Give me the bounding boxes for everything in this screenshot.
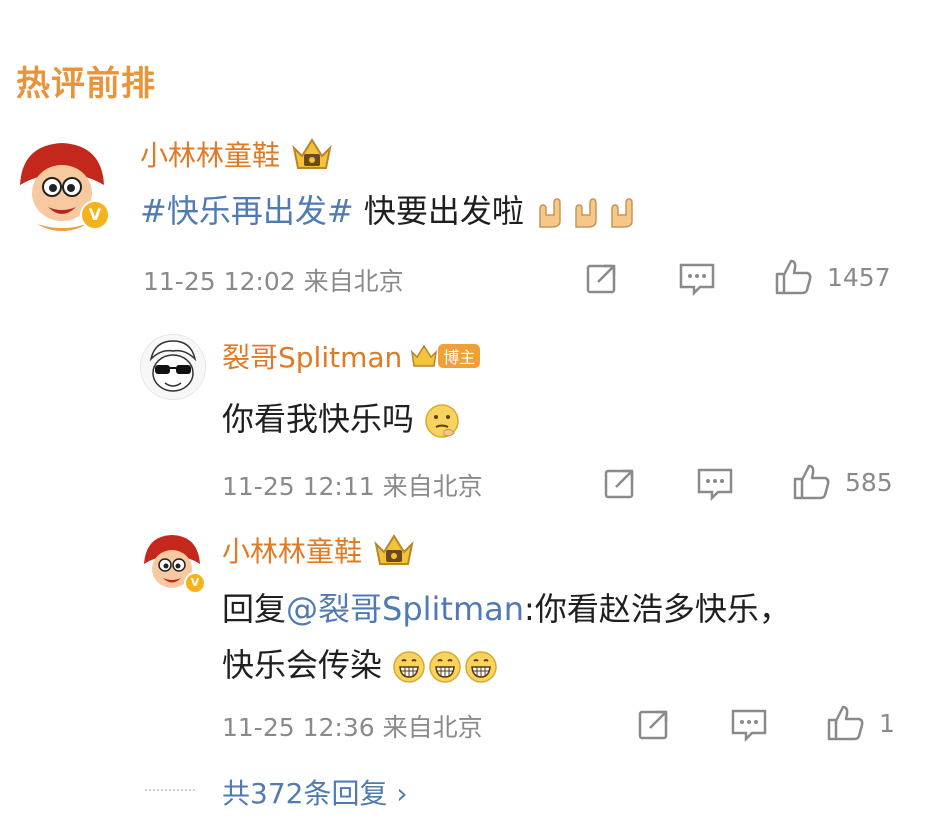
- comment-header: 小林林童鞋: [140, 134, 334, 174]
- like-button[interactable]: 585: [791, 462, 893, 502]
- reply-text: 你看我快乐吗: [222, 394, 460, 440]
- comment-body: :你看赵浩多快乐，: [524, 590, 791, 628]
- author-name[interactable]: 裂哥Splitman: [222, 336, 402, 376]
- share-button[interactable]: [584, 260, 620, 296]
- like-button[interactable]: 1457: [773, 257, 891, 297]
- comment-button[interactable]: [696, 467, 734, 501]
- comment-icon: [731, 709, 767, 742]
- reply-prefix: 回复: [222, 590, 287, 628]
- comment-icon: [679, 263, 715, 296]
- like-count: 1: [879, 708, 895, 738]
- comment-button[interactable]: [730, 708, 768, 742]
- crown-badge-icon: [411, 344, 438, 367]
- thinking-face-emoji: [425, 404, 459, 438]
- like-count: 585: [845, 467, 893, 497]
- reply-header: 小林林童鞋: [222, 530, 416, 570]
- author-name[interactable]: 小林林童鞋: [140, 134, 280, 174]
- rock-hand-emoji: [534, 197, 638, 229]
- comment-body: 快要出发啦: [353, 192, 524, 230]
- blogger-badge: 博主: [438, 344, 481, 368]
- comment-meta: 11-25 12:02 来自北京: [143, 267, 404, 296]
- crown-badge-icon: [290, 134, 334, 174]
- mention-link[interactable]: @裂哥Splitman: [286, 590, 524, 628]
- crown-badge-icon: [372, 530, 416, 570]
- more-replies-link[interactable]: 共372条回复 ›: [222, 772, 408, 812]
- comment-button[interactable]: [678, 262, 716, 296]
- like-button[interactable]: 1: [825, 703, 895, 743]
- comment-icon: [697, 468, 733, 501]
- share-button[interactable]: [636, 706, 672, 742]
- share-icon: [604, 469, 634, 499]
- share-button[interactable]: [602, 465, 638, 501]
- author-name[interactable]: 小林林童鞋: [222, 530, 362, 570]
- comment-body: 你看我快乐吗: [222, 400, 415, 438]
- reply-text-line1: 回复@裂哥Splitman:你看赵浩多快乐，: [222, 584, 791, 630]
- comment-text: #快乐再出发# 快要出发啦: [140, 186, 638, 232]
- divider: [145, 789, 195, 791]
- reply-text-line2: 快乐会传染: [222, 640, 498, 686]
- comment-item: V 小林林童鞋 #快乐再出发# 快要出发啦 11-25 12:02 来自北京 1…: [0, 0, 928, 310]
- thumbs-up-icon: [793, 464, 830, 500]
- reply-meta: 11-25 12:11 来自北京: [222, 472, 483, 501]
- reply-header: 裂哥Splitman 博主: [222, 336, 481, 376]
- grinning-face-emoji: [392, 650, 498, 684]
- thumbs-up-icon: [827, 705, 864, 741]
- share-icon: [638, 710, 668, 740]
- reply-item: 裂哥Splitman 博主 你看我快乐吗 11-25 12:11 来自北京 58…: [0, 310, 928, 520]
- reply-item: V 小林林童鞋 回复@裂哥Splitman:你看赵浩多快乐， 快乐会传染 11-…: [0, 520, 928, 760]
- avatar[interactable]: [140, 334, 206, 400]
- thumbs-up-icon: [775, 259, 812, 295]
- verified-icon: V: [184, 572, 206, 594]
- like-count: 1457: [827, 262, 891, 292]
- verified-icon: V: [80, 200, 110, 230]
- comment-body-cont: 快乐会传染: [222, 646, 383, 684]
- hashtag-link[interactable]: #快乐再出发#: [140, 192, 354, 230]
- share-icon: [586, 264, 616, 294]
- reply-meta: 11-25 12:36 来自北京: [222, 713, 483, 742]
